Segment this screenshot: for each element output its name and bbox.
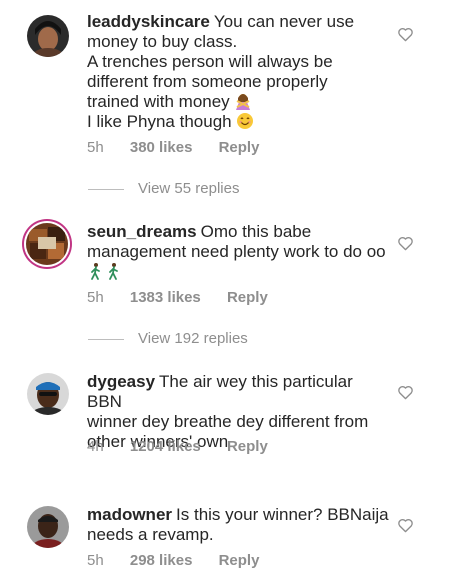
comment-line: You can never use [213, 12, 355, 31]
person-walking-emoji [91, 263, 100, 280]
smiling-face-emoji [237, 113, 254, 129]
comment-line: I like Phyna though [87, 112, 232, 131]
comment-line: money to buy class. [87, 32, 238, 51]
comment-text: madowner Is this your winner? BBNaija nee… [87, 505, 392, 545]
like-heart-icon[interactable] [397, 385, 414, 400]
comment-meta: 4h 1204 likes Reply [87, 438, 290, 455]
avatar[interactable] [26, 223, 68, 265]
view-replies-label: View 192 replies [138, 330, 248, 347]
like-heart-icon[interactable] [397, 27, 414, 42]
comment-line: winner dey breathe dey different from [87, 412, 369, 431]
comment-username[interactable]: madowner [87, 505, 172, 524]
avatar-image [26, 223, 68, 265]
comment-likes[interactable]: 380 likes [130, 139, 193, 156]
comment-time: 5h [87, 139, 104, 156]
reply-button[interactable]: Reply [227, 289, 268, 306]
replies-divider [88, 338, 124, 340]
comment-line: A trenches person will always be [87, 52, 333, 71]
view-replies-button[interactable]: View 55 replies [88, 180, 239, 197]
comment-line: trained with money [87, 92, 230, 111]
replies-divider [88, 188, 124, 190]
comment-text: seun_dreams Omo this babe management need… [87, 222, 392, 282]
comment-line: needs a revamp. [87, 525, 214, 544]
comment-username[interactable]: dygeasy [87, 372, 155, 391]
like-heart-icon[interactable] [397, 236, 414, 251]
comment-likes[interactable]: 1383 likes [130, 289, 201, 306]
reply-button[interactable]: Reply [219, 552, 260, 569]
comment-line: Is this your winner? BBNaija [176, 505, 389, 524]
avatar[interactable] [27, 506, 69, 548]
avatar-image [27, 15, 69, 57]
comment-meta: 5h 380 likes Reply [87, 139, 281, 156]
avatar[interactable] [27, 373, 69, 415]
comment-username[interactable]: leaddyskincare [87, 12, 210, 31]
comment-line: different from someone properly [87, 72, 328, 91]
comment-line: management need plenty work to do oo [87, 242, 386, 261]
comment-time: 5h [87, 552, 104, 569]
view-replies-button[interactable]: View 192 replies [88, 330, 248, 347]
comment-time: 5h [87, 289, 104, 306]
reply-button[interactable]: Reply [227, 438, 268, 455]
reply-button[interactable]: Reply [219, 139, 260, 156]
view-replies-label: View 55 replies [138, 180, 240, 197]
comment-likes[interactable]: 298 likes [130, 552, 193, 569]
comment-time: 4h [87, 438, 104, 455]
comment-line: Omo this babe [200, 222, 312, 241]
woman-gesturing-no-emoji [236, 94, 251, 110]
comment-username[interactable]: seun_dreams [87, 222, 197, 241]
comment-likes[interactable]: 1204 likes [130, 438, 201, 455]
person-walking-emoji [109, 263, 118, 280]
comment-meta: 5h 1383 likes Reply [87, 289, 290, 306]
avatar-image [27, 506, 69, 548]
avatar[interactable] [27, 15, 69, 57]
comment-meta: 5h 298 likes Reply [87, 552, 281, 569]
comment-text: leaddyskincare You can never use money to… [87, 12, 392, 132]
avatar-image [27, 373, 69, 415]
like-heart-icon[interactable] [397, 518, 414, 533]
